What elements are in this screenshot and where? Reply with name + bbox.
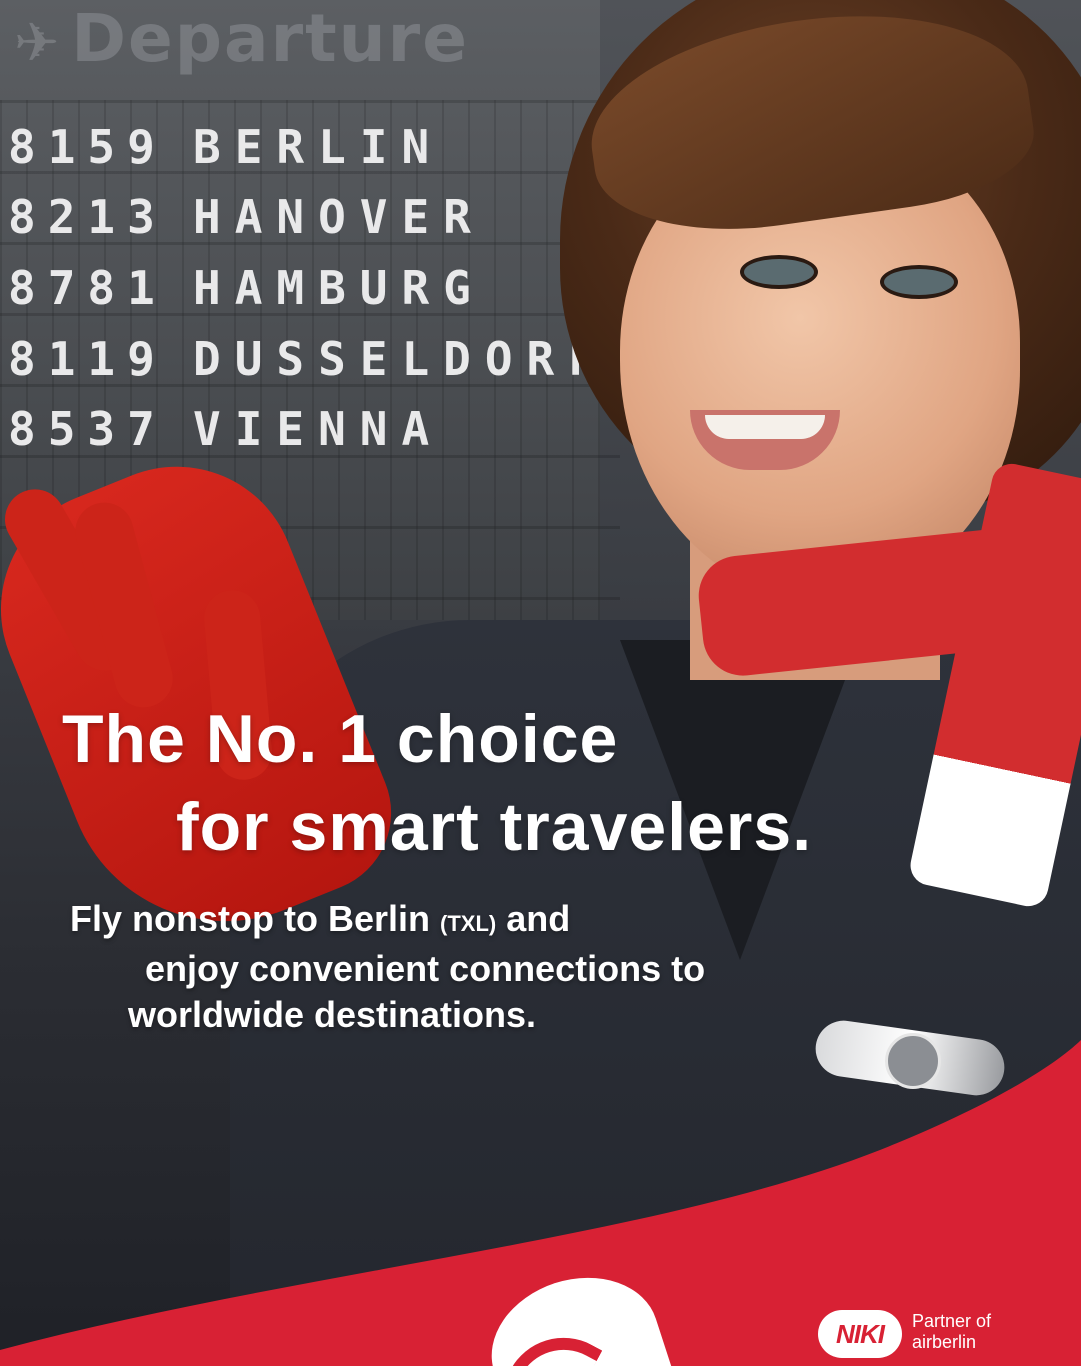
- board-row: 8119 DUSSELDORF: [8, 332, 610, 392]
- board-row: 8781 HAMBURG: [8, 261, 485, 321]
- flight-code: 8159: [8, 120, 167, 174]
- advertisement-poster: ✈ Departure 8159 BERLIN 8213 HANOVER 8781 HA…: [0, 0, 1081, 1366]
- flight-code: 8537: [8, 402, 167, 456]
- flight-city: DUSSELDORF: [193, 332, 610, 386]
- board-title: ✈ Departure: [14, 0, 469, 77]
- board-row: 8213 HANOVER: [8, 190, 485, 250]
- flight-city: HANOVER: [193, 190, 485, 244]
- flight-code: 8213: [8, 190, 167, 244]
- partner-line-2: airberlin: [912, 1332, 977, 1352]
- flight-city: VIENNA: [193, 402, 444, 456]
- niki-logo-text: NIKI: [836, 1318, 885, 1349]
- partner-text: Partner of airberlin: [912, 1311, 991, 1353]
- headline-line-1: The No. 1 choice: [62, 701, 619, 777]
- flight-city: HAMBURG: [193, 261, 485, 315]
- subtext-line-1-a: Fly nonstop to Berlin: [70, 898, 430, 939]
- flight-city: BERLIN: [193, 120, 444, 174]
- teeth: [705, 415, 825, 439]
- headline-line-2: for smart travelers.: [176, 789, 813, 865]
- niki-logo: NIKI: [818, 1310, 902, 1358]
- airport-code: (TXL): [440, 911, 497, 936]
- board-row: 8537 VIENNA: [8, 402, 443, 462]
- subtext-line-3: worldwide destinations.: [128, 994, 537, 1035]
- flight-code: 8781: [8, 261, 167, 315]
- subtext-line-2: enjoy convenient connections to: [145, 948, 706, 989]
- eye: [740, 255, 818, 289]
- flight-code: 8119: [8, 332, 167, 386]
- airplane-icon: ✈: [14, 11, 62, 74]
- board-row: 8159 BERLIN: [8, 120, 443, 180]
- subtext-line-1: Fly nonstop to Berlin (TXL) and: [70, 898, 570, 940]
- board-title-text: Departure: [71, 0, 469, 77]
- eye: [880, 265, 958, 299]
- partner-line-1: Partner of: [912, 1311, 992, 1331]
- subtext-line-1-c: and: [506, 898, 571, 939]
